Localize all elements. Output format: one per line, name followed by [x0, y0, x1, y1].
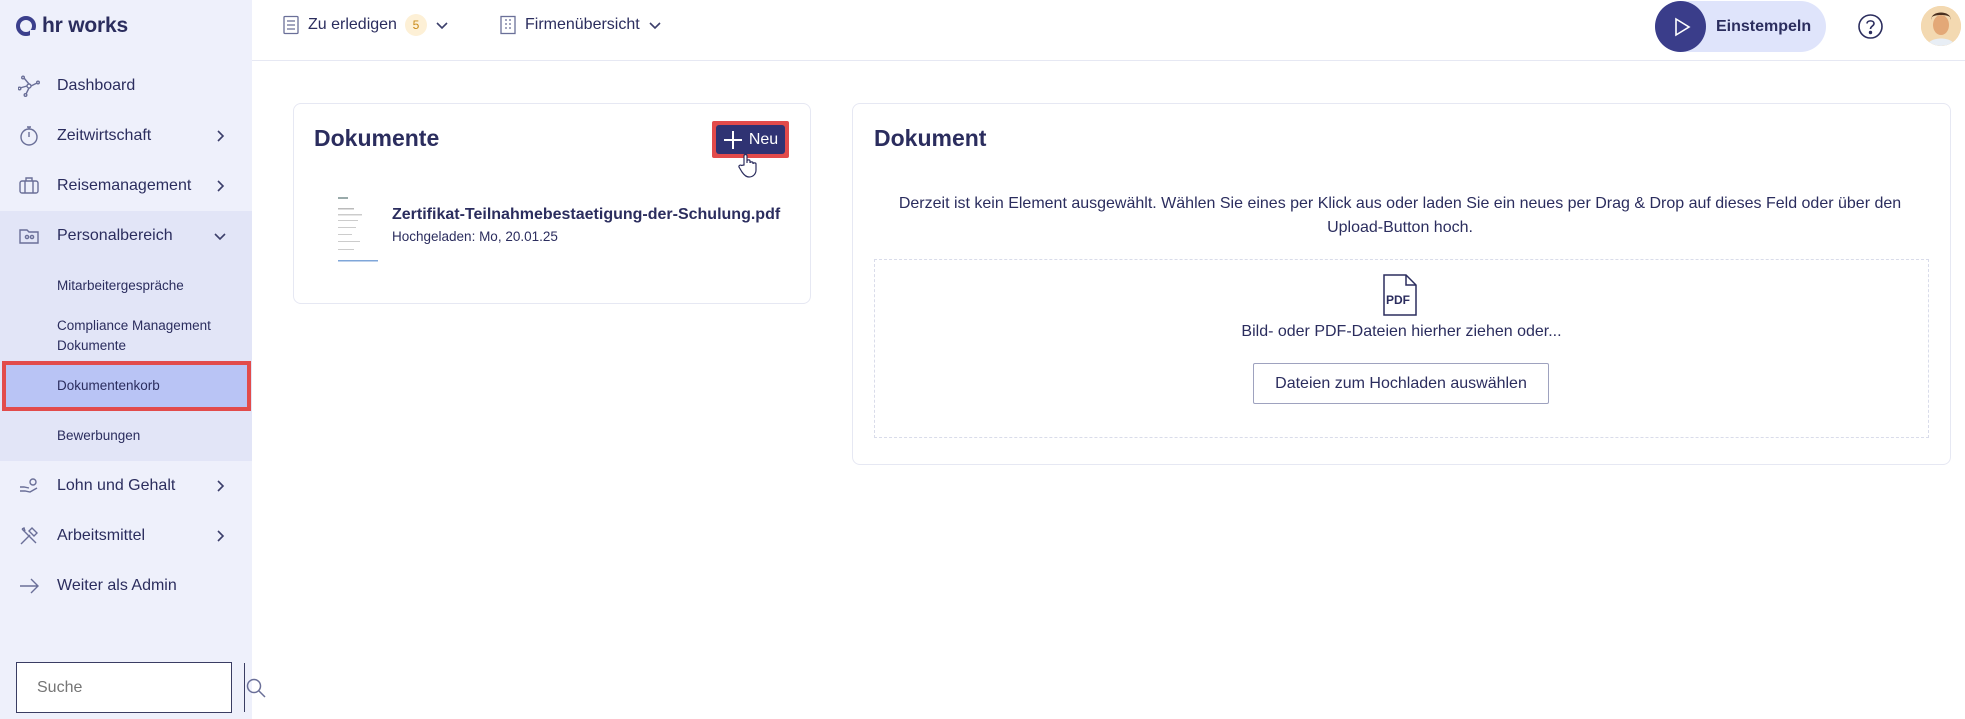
- document-list-item[interactable]: [334, 194, 382, 263]
- search-input[interactable]: [17, 663, 244, 712]
- hr-works-logo[interactable]: hr works: [16, 14, 128, 38]
- plus-icon: [723, 130, 742, 149]
- company-overview-dropdown[interactable]: Firmenübersicht: [499, 0, 662, 50]
- chevron-right-icon: [217, 480, 225, 492]
- sidebar-item-reisemanagement[interactable]: Reisemanagement: [0, 161, 252, 211]
- chevron-right-icon: [217, 180, 225, 192]
- chevron-down-icon: [436, 22, 448, 30]
- sidebar-item-label: Zeitwirtschaft: [57, 127, 152, 144]
- sidebar-subitem-label: Compliance Management Dokumente: [57, 318, 211, 353]
- chevron-right-icon: [217, 530, 225, 542]
- sidebar-subitem-label: Dokumentenkorb: [57, 378, 160, 393]
- sidebar-item-label: Reisemanagement: [57, 177, 192, 194]
- clock-in-label: Einstempeln: [1716, 17, 1812, 35]
- chevron-down-icon: [649, 22, 661, 30]
- pdf-file-icon: PDF: [1382, 273, 1418, 317]
- pdf-icon-label: PDF: [1386, 293, 1410, 307]
- drop-zone-text: Bild- oder PDF-Dateien hierher ziehen od…: [1241, 323, 1562, 340]
- select-files-button[interactable]: Dateien zum Hochladen auswählen: [1253, 363, 1549, 404]
- document-thumbnail: [334, 194, 382, 263]
- sidebar: hr works Dashboard Zeitwirtschaft Reisem…: [0, 0, 266, 719]
- no-selection-hint: Derzeit ist kein Element ausgewählt. Wäh…: [898, 195, 1902, 236]
- folder-people-icon: [19, 229, 39, 244]
- arrow-right-icon: [20, 578, 39, 594]
- checklist-icon: [283, 15, 299, 35]
- sidebar-subitem-label: Bewerbungen: [57, 428, 141, 443]
- clock-in-button[interactable]: Einstempeln: [1655, 1, 1826, 52]
- sidebar-subitem-compliance[interactable]: Compliance Management Dokumente: [0, 311, 252, 361]
- documents-title: Dokumente: [314, 125, 440, 151]
- tools-icon: [20, 527, 38, 545]
- todo-label: Zu erledigen: [308, 16, 397, 33]
- sidebar-item-arbeitsmittel[interactable]: Arbeitsmittel: [0, 511, 252, 561]
- help-icon[interactable]: [1857, 13, 1884, 40]
- logo-text: hr works: [42, 14, 128, 37]
- personalbereich-submenu: Mitarbeitergespräche Compliance Manageme…: [0, 261, 252, 461]
- hand-money-icon: [20, 478, 38, 493]
- play-icon: [1655, 1, 1706, 52]
- dashboard-icon: [18, 75, 40, 97]
- sidebar-item-lohn-und-gehalt[interactable]: Lohn und Gehalt: [0, 461, 252, 511]
- sidebar-item-personalbereich[interactable]: Personalbereich: [0, 211, 252, 261]
- sidebar-item-weiter-als-admin[interactable]: Weiter als Admin: [0, 561, 252, 611]
- search-icon: [246, 678, 266, 698]
- user-avatar[interactable]: [1921, 6, 1961, 46]
- document-title: Dokument: [874, 125, 987, 151]
- sidebar-search: [16, 662, 266, 713]
- sidebar-item-label: Lohn und Gehalt: [57, 477, 176, 494]
- stopwatch-icon: [20, 126, 38, 146]
- building-icon: [500, 15, 516, 35]
- sidebar-subitem-bewerbungen[interactable]: Bewerbungen: [0, 411, 252, 461]
- chevron-right-icon: [217, 130, 225, 142]
- document-name[interactable]: Zertifikat-Teilnahmebestaetigung-der-Sch…: [392, 206, 780, 224]
- sidebar-item-label: Dashboard: [57, 77, 136, 94]
- logo-mark-icon: [16, 16, 37, 37]
- sidebar-item-zeitwirtschaft[interactable]: Zeitwirtschaft: [0, 111, 252, 161]
- document-upload-date: Hochgeladen: Mo, 20.01.25: [392, 229, 558, 244]
- chevron-down-icon: [214, 233, 226, 241]
- sidebar-subitem-mitarbeitergespraeche[interactable]: Mitarbeitergespräche: [0, 261, 252, 311]
- hand-cursor-icon: [738, 153, 757, 178]
- sidebar-item-label: Weiter als Admin: [57, 577, 177, 594]
- search-button[interactable]: [244, 663, 267, 712]
- sidebar-subitem-label: Mitarbeitergespräche: [57, 278, 184, 293]
- company-overview-label: Firmenübersicht: [525, 16, 640, 33]
- sidebar-subitem-dokumentenkorb[interactable]: Dokumentenkorb: [2, 361, 251, 411]
- suitcase-icon: [19, 177, 39, 194]
- sidebar-nav: Dashboard Zeitwirtschaft Reisemanagement…: [0, 61, 252, 611]
- sidebar-item-dashboard[interactable]: Dashboard: [0, 61, 252, 111]
- todo-dropdown[interactable]: Zu erledigen 5: [282, 0, 449, 50]
- todo-count-badge: 5: [404, 14, 427, 36]
- sidebar-item-label: Personalbereich: [57, 227, 173, 244]
- sidebar-item-label: Arbeitsmittel: [57, 527, 146, 544]
- new-button-label: Neu: [748, 130, 779, 148]
